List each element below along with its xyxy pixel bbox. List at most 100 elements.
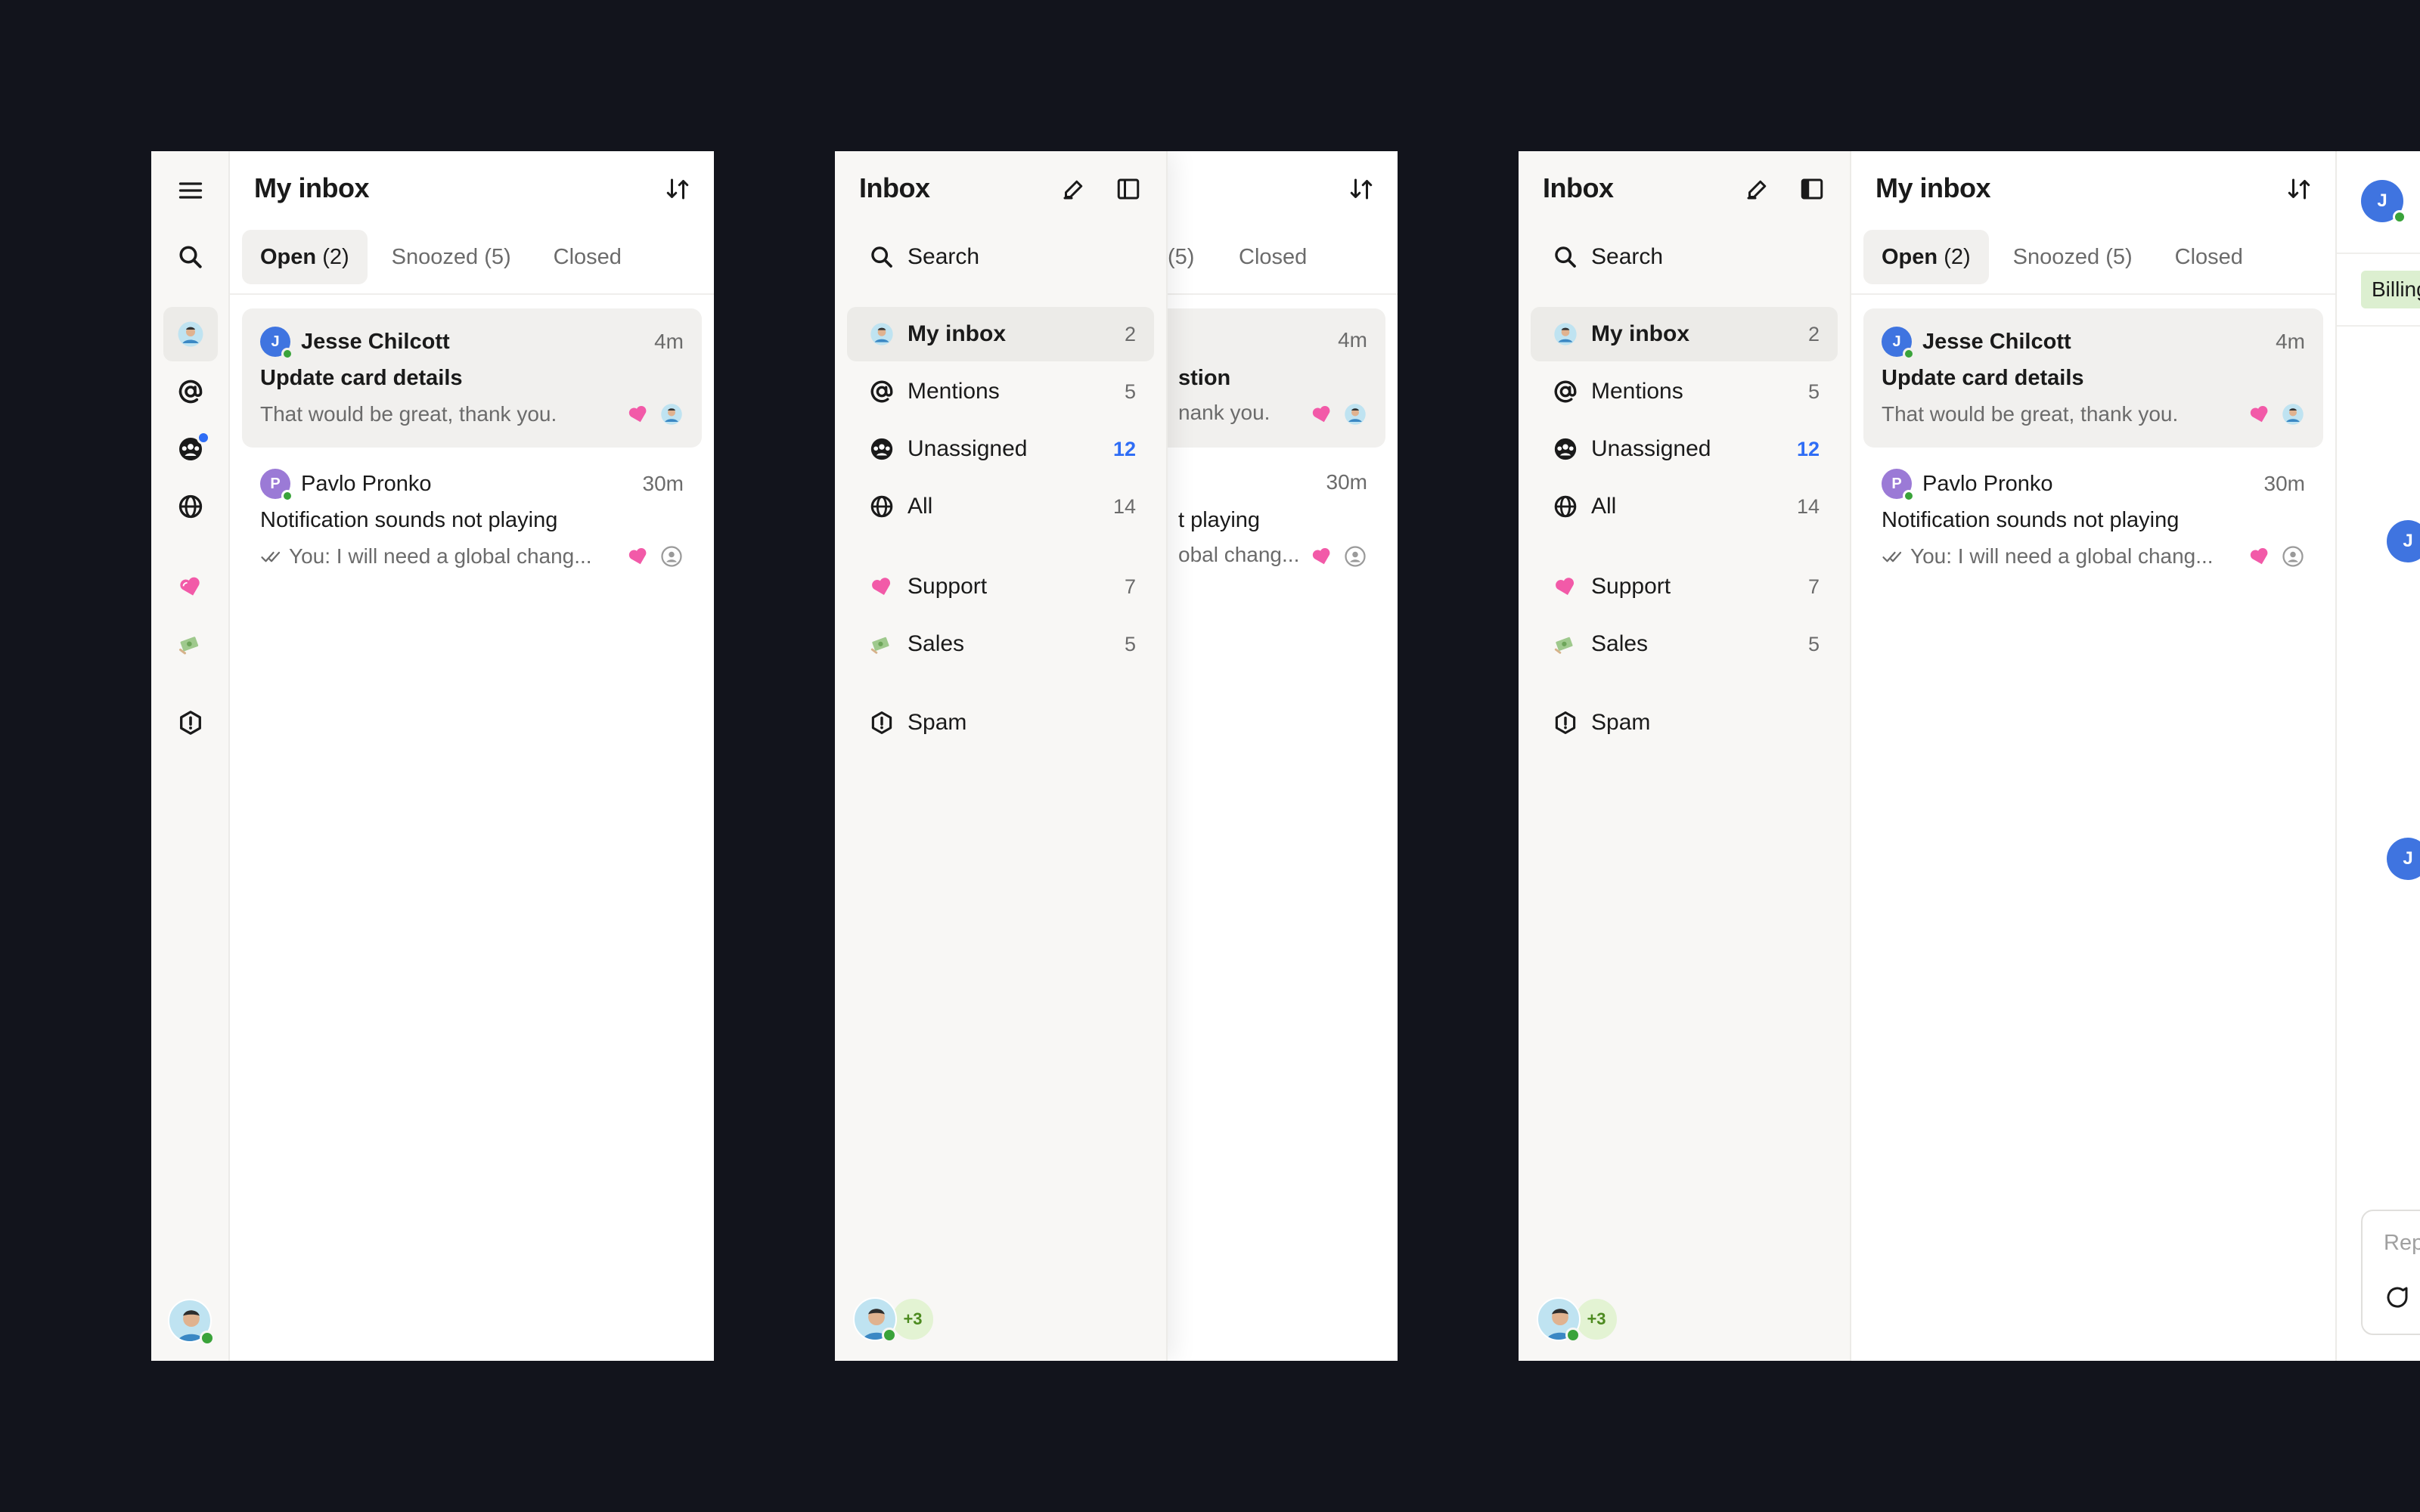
nav-title: Inbox [1543, 172, 1614, 203]
conversation-item[interactable]: J Jesse Chilcott 4m Update card details … [1863, 308, 2323, 448]
nav-item-spam[interactable]: Spam [847, 696, 1154, 750]
at-sign-icon [870, 380, 893, 403]
money-icon [179, 637, 199, 655]
nav-item-spam[interactable]: Spam [1531, 696, 1838, 750]
nav-item-support[interactable]: Support 7 [1531, 559, 1838, 614]
compose-button[interactable] [1739, 171, 1776, 207]
nav-search[interactable]: Search [1531, 230, 1838, 284]
reply-composer[interactable]: Rep [2361, 1210, 2420, 1335]
timestamp: 30m [642, 472, 684, 495]
list-header: My inbox [230, 151, 714, 227]
user-avatar[interactable] [168, 1299, 215, 1346]
conversation-subject: t playing [1178, 508, 1261, 532]
heart-icon [1556, 578, 1575, 595]
tab-snoozed[interactable]: Snoozed (5) [374, 230, 529, 284]
sort-button[interactable] [2281, 171, 2317, 207]
menu-button[interactable] [163, 163, 218, 218]
nav-item-my-inbox[interactable]: My inbox 2 [847, 307, 1154, 361]
sort-button[interactable] [659, 171, 696, 207]
nav-label: Search [1591, 244, 1664, 269]
online-indicator [281, 348, 293, 360]
status-tabs: Open (2) Snoozed (5) Closed [242, 230, 702, 284]
globe-icon [870, 495, 893, 518]
online-indicator [882, 1328, 897, 1343]
nav-count: 12 [1796, 437, 1820, 460]
contact-avatar[interactable]: J [2361, 180, 2406, 224]
rail-unassigned[interactable] [163, 422, 218, 476]
nav-item-unassigned[interactable]: Unassigned 12 [847, 422, 1154, 476]
tab-closed[interactable]: Closed [1239, 230, 1307, 284]
my-inbox-avatar-icon [178, 321, 203, 347]
conversation-item[interactable]: J Jesse Chilcott 4m Update card details … [242, 308, 702, 448]
online-indicator [281, 490, 293, 502]
nav-label: Support [908, 574, 988, 599]
heart-icon [626, 544, 650, 569]
nav-item-my-inbox[interactable]: My inbox 2 [1531, 307, 1838, 361]
nav-label: Support [1591, 574, 1671, 599]
double-check-icon [1882, 551, 1902, 562]
tab-closed[interactable]: Closed [2157, 230, 2261, 284]
inbox-list: My inbox Open (2) Snoozed (5) Closed J J… [1851, 151, 2335, 1361]
nav-search[interactable]: Search [847, 230, 1154, 284]
sort-icon [666, 178, 689, 200]
tab-snoozed[interactable]: Snoozed (5) [1995, 230, 2151, 284]
tab-open[interactable]: Open (2) [242, 230, 368, 284]
rail-support[interactable] [163, 559, 218, 614]
conversation-pane: J Billing J J Rep [2335, 151, 2420, 1361]
compose-button[interactable] [1056, 171, 1092, 207]
assignee-avatar-icon [2281, 402, 2305, 426]
nav-count: 7 [1807, 575, 1820, 598]
tab-open[interactable]: Open (2) [1863, 230, 1989, 284]
nav-item-support[interactable]: Support 7 [847, 559, 1154, 614]
nav-item-mentions[interactable]: Mentions 5 [1531, 364, 1838, 419]
conversation-item[interactable]: P Pavlo Pronko 30m Notification sounds n… [1863, 451, 2323, 590]
timestamp: 30m [2263, 472, 2305, 495]
message-avatar: J [2387, 838, 2420, 880]
contact-name: Pavlo Pronko [301, 471, 432, 496]
search-button[interactable] [163, 230, 218, 284]
nav-item-all[interactable]: All 14 [1531, 479, 1838, 534]
teammates-footer[interactable]: +3 [1537, 1297, 1643, 1343]
nav-count: 14 [1796, 494, 1820, 518]
nav-item-sales[interactable]: Sales 5 [847, 617, 1154, 671]
rail-sales[interactable] [163, 617, 218, 671]
sidebar-toggle-button[interactable] [1110, 171, 1146, 207]
tag-chip[interactable]: Billing [2361, 271, 2420, 308]
conversation-subject: Update card details [1882, 366, 2084, 390]
my-inbox-avatar-icon [1554, 323, 1577, 345]
timestamp: 4m [1338, 328, 1367, 352]
rail-spam[interactable] [163, 696, 218, 750]
online-indicator [1565, 1328, 1581, 1343]
nav-item-unassigned[interactable]: Unassigned 12 [1531, 422, 1838, 476]
team-icon [870, 438, 893, 460]
tab-closed[interactable]: Closed [535, 230, 640, 284]
nav-label: Spam [908, 710, 967, 735]
nav-label: Sales [1591, 631, 1649, 656]
nav-count: 2 [1124, 322, 1136, 345]
nav-label: All [908, 494, 933, 519]
nav-count: 12 [1112, 437, 1136, 460]
tab-snoozed-partial[interactable]: (5) [1168, 230, 1194, 284]
conversation-item[interactable]: P Pavlo Pronko 30m Notification sounds n… [242, 451, 702, 590]
nav-item-mentions[interactable]: Mentions 5 [847, 364, 1154, 419]
sort-icon [1350, 178, 1373, 200]
teammates-footer[interactable]: +3 [853, 1297, 959, 1343]
nav-label: Sales [908, 631, 965, 656]
nav-item-all[interactable]: All 14 [847, 479, 1154, 534]
nav-item-sales[interactable]: Sales 5 [1531, 617, 1838, 671]
sidebar-icon [1117, 178, 1140, 200]
rail-mentions[interactable] [163, 364, 218, 419]
nav-count: 7 [1124, 575, 1136, 598]
inbox-list: My inbox Open (2) Snoozed (5) Closed J J… [230, 151, 714, 1361]
nav-sidebar-overlay: Inbox Search My inbox 2 Mentions 5 Unass… [835, 151, 1168, 1361]
divider [2337, 253, 2420, 254]
timestamp: 4m [654, 330, 684, 353]
sidebar-toggle-button[interactable] [1794, 171, 1830, 207]
nav-label: Spam [1591, 710, 1651, 735]
rail-all[interactable] [163, 479, 218, 534]
timestamp: 30m [1326, 470, 1367, 494]
contact-avatar: J [1882, 327, 1915, 360]
sort-button[interactable] [1343, 171, 1379, 207]
rail-my-inbox[interactable] [163, 307, 218, 361]
heart-icon [180, 577, 200, 596]
